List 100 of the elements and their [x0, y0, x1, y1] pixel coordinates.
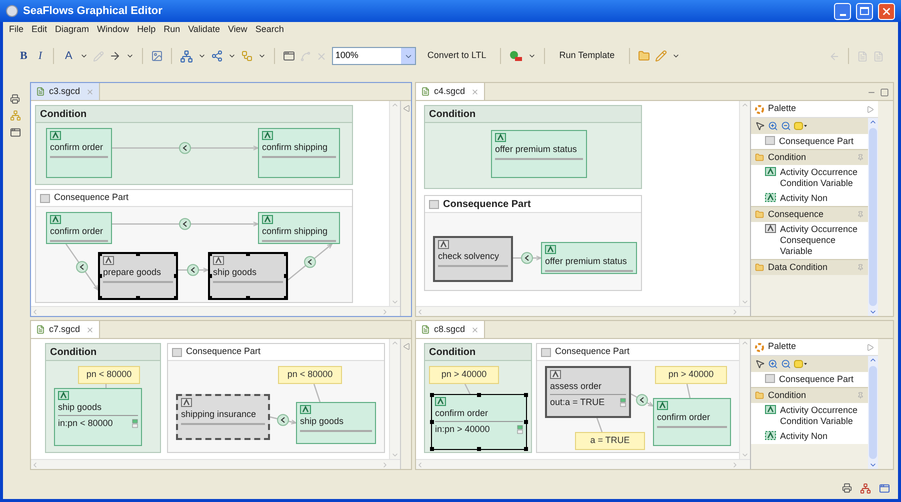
resize-handle[interactable] [524, 393, 528, 397]
diagram-canvas[interactable]: Condition pn > 40000 confirm order in:pn > 40000 Consequence Part assess order out:a = TRUE pn > 40000 confirm order a = TRUE [416, 339, 739, 459]
resize-handle[interactable] [98, 274, 102, 278]
dropdown-icon[interactable] [258, 52, 266, 60]
activity-node[interactable]: check solvency [433, 236, 513, 282]
editor-tab[interactable]: c8.sgcd [416, 321, 486, 338]
folder-icon[interactable] [638, 50, 650, 62]
resize-handle[interactable] [208, 296, 212, 300]
activity-node[interactable]: confirm shipping [258, 212, 340, 244]
run-template-button[interactable]: Run Template [553, 49, 621, 63]
zoom-out-icon[interactable] [781, 121, 791, 131]
close-icon[interactable] [471, 326, 480, 334]
activity-node[interactable]: ship goods in:pn < 80000 [54, 388, 142, 446]
palette-drawer[interactable]: Condition [751, 149, 868, 165]
note[interactable]: a = TRUE [575, 432, 645, 450]
resize-handle[interactable] [246, 296, 250, 300]
close-icon[interactable] [471, 88, 480, 96]
palette-scrollbar[interactable] [868, 356, 878, 469]
condition-container[interactable]: Condition pn > 40000 confirm order in:pn > 40000 [424, 343, 532, 453]
scroll-left-icon[interactable] [31, 308, 39, 316]
resize-handle[interactable] [477, 447, 481, 451]
menu-item[interactable]: Validate [188, 23, 220, 37]
zoom-out-icon[interactable] [781, 359, 791, 369]
horizontal-scrollbar[interactable] [416, 306, 750, 316]
activity-node[interactable]: prepare goods [98, 252, 178, 300]
zoom-in-icon[interactable] [768, 359, 778, 369]
consequence-container[interactable]: Consequence Part check solvency offer premium status [424, 195, 642, 291]
validate-icon[interactable] [509, 50, 524, 62]
scroll-right-icon[interactable] [731, 460, 739, 468]
workflow-icon[interactable] [241, 50, 254, 62]
dropdown-icon[interactable] [198, 52, 206, 60]
pin-icon[interactable] [857, 392, 864, 399]
editor-tab[interactable]: c7.sgcd [31, 321, 100, 338]
palette-drawer[interactable]: Condition [751, 387, 868, 403]
expand-palette-icon[interactable] [402, 343, 410, 350]
menu-item[interactable]: Help [137, 23, 156, 37]
activity-node[interactable]: assess order out:a = TRUE [545, 366, 631, 418]
editor-tab[interactable]: c4.sgcd [416, 83, 486, 100]
note[interactable]: pn < 80000 [78, 366, 140, 384]
dropdown-icon[interactable] [672, 52, 680, 60]
close-icon[interactable] [86, 326, 94, 334]
condition-container[interactable]: Condition offer premium status [424, 105, 642, 189]
palette-item[interactable]: Activity Non [751, 191, 868, 206]
activity-node[interactable]: confirm order [46, 128, 112, 178]
share-icon[interactable] [211, 50, 224, 62]
hierarchy-icon[interactable] [860, 482, 871, 494]
consequence-container[interactable]: Consequence Part confirm order confirm shipping prepare goods ship goods [35, 189, 353, 303]
zoom-in-icon[interactable] [768, 121, 778, 131]
menu-item[interactable]: Edit [32, 23, 48, 37]
collapse-palette-icon[interactable] [867, 344, 874, 350]
expand-palette-icon[interactable] [402, 105, 410, 112]
activity-node[interactable]: offer premium status [491, 130, 587, 178]
scroll-right-icon[interactable] [731, 308, 739, 316]
palette-strip[interactable] [400, 101, 411, 316]
select-tool-icon[interactable] [755, 359, 765, 369]
consequence-container[interactable]: Consequence Part assess order out:a = TRUE pn > 40000 confirm order a = TRUE [536, 343, 739, 453]
menu-item[interactable]: Window [97, 23, 130, 37]
minimize-button[interactable] [834, 2, 851, 20]
activity-node[interactable]: shipping insurance [176, 394, 270, 440]
menu-item[interactable]: View [228, 23, 248, 37]
palette-item[interactable]: Consequence Part [751, 372, 868, 387]
scroll-down-icon[interactable] [869, 461, 877, 469]
palette-scrollbar[interactable] [868, 118, 878, 316]
window-icon[interactable] [283, 50, 296, 62]
scroll-up-icon[interactable] [869, 118, 877, 126]
dropdown-icon[interactable] [228, 52, 236, 60]
scroll-left-icon[interactable] [416, 308, 424, 316]
pin-icon[interactable] [857, 264, 864, 271]
palette-item[interactable]: Activity Occurrence Condition Variable [751, 165, 868, 191]
resize-handle[interactable] [98, 252, 102, 256]
palette-item[interactable]: Activity Occurrence Condition Variable [751, 403, 868, 429]
palette-item[interactable]: Activity Occurrence Consequence Variable [751, 222, 868, 259]
scroll-right-icon[interactable] [381, 460, 389, 468]
diagram-canvas[interactable]: Condition confirm order confirm shipping Consequence Part confirm order confirm shipping prepare goods ship goods [31, 101, 389, 306]
document-icon[interactable] [857, 50, 868, 62]
resize-handle[interactable] [246, 252, 250, 256]
scroll-down-icon[interactable] [869, 308, 877, 316]
palette-strip[interactable] [400, 339, 411, 469]
view-icon[interactable] [879, 482, 890, 494]
pin-icon[interactable] [857, 211, 864, 218]
activity-node[interactable]: confirm order [653, 398, 731, 446]
zoom-combo[interactable]: 100% [332, 47, 416, 65]
maximize-button[interactable] [856, 2, 873, 20]
pencil-icon[interactable] [654, 50, 667, 62]
dropdown-icon[interactable] [126, 52, 134, 60]
network-icon[interactable] [180, 50, 194, 62]
resize-handle[interactable] [174, 252, 178, 256]
palette-drawer[interactable]: Consequence [751, 206, 868, 222]
activity-node[interactable]: confirm order in:pn > 40000 [431, 394, 527, 450]
condition-container[interactable]: Condition pn < 80000 ship goods in:pn < 80000 [45, 343, 161, 453]
hierarchy-icon[interactable] [10, 110, 20, 121]
collapse-palette-icon[interactable] [867, 106, 874, 112]
horizontal-scrollbar[interactable] [31, 306, 400, 316]
horizontal-scrollbar[interactable] [31, 459, 400, 469]
maximize-icon[interactable] [880, 88, 889, 97]
resize-handle[interactable] [98, 296, 102, 300]
convert-button[interactable]: Convert to LTL [421, 49, 492, 63]
note[interactable]: pn < 80000 [278, 366, 342, 384]
view-icon[interactable] [10, 127, 20, 138]
pencil-icon[interactable] [93, 50, 104, 62]
